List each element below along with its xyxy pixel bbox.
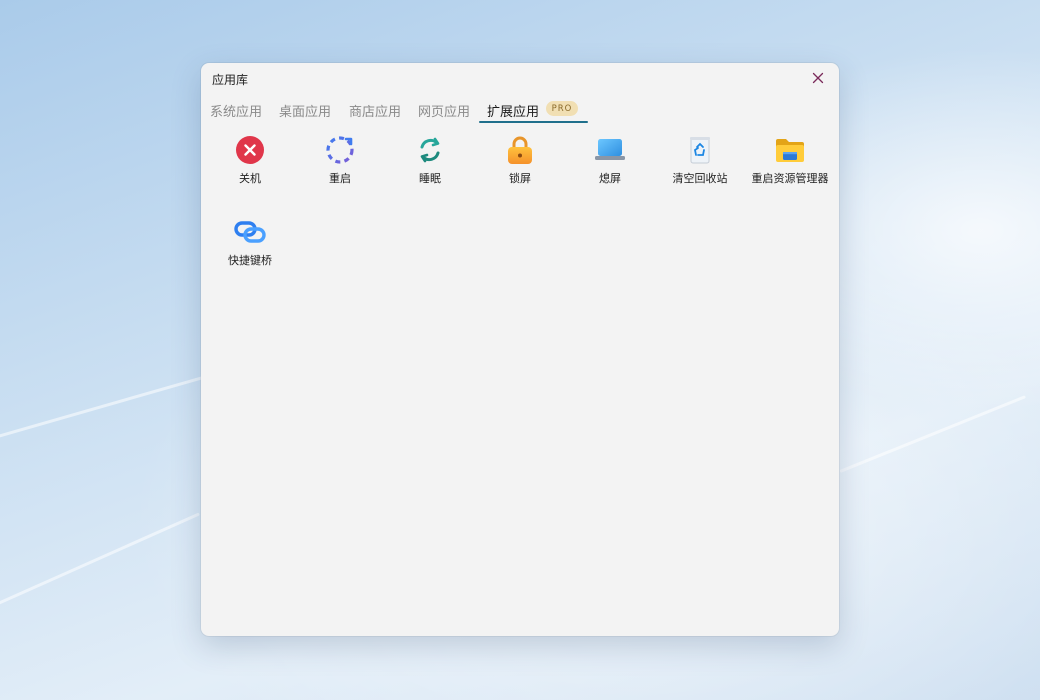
app-sleep[interactable]: 睡眠 xyxy=(387,134,473,185)
tab-web-apps[interactable]: 网页应用 xyxy=(418,101,470,120)
pro-badge: PRO xyxy=(546,101,578,116)
close-icon xyxy=(812,72,824,84)
recycle-bin-icon xyxy=(684,134,716,166)
wallpaper-streak xyxy=(0,512,200,613)
app-restart[interactable]: 重启 xyxy=(297,134,383,185)
tab-bar: 系统应用 桌面应用 商店应用 网页应用 扩展应用 PRO xyxy=(201,95,839,123)
app-label: 重启 xyxy=(329,172,351,185)
active-tab-indicator xyxy=(479,121,588,123)
app-label: 睡眠 xyxy=(419,172,441,185)
app-restart-explorer[interactable]: 重启资源管理器 xyxy=(747,134,833,185)
restart-icon xyxy=(324,134,356,166)
app-library-window: 应用库 系统应用 桌面应用 商店应用 网页应用 扩展应用 PRO 关机 重启 睡… xyxy=(201,63,839,636)
window-title: 应用库 xyxy=(212,73,249,87)
app-shutdown[interactable]: 关机 xyxy=(207,134,293,185)
app-label: 清空回收站 xyxy=(672,172,728,185)
app-empty-recycle-bin[interactable]: 清空回收站 xyxy=(657,134,743,185)
screen-off-icon xyxy=(594,134,626,166)
lock-icon xyxy=(504,134,536,166)
app-hotkey-bridge[interactable]: 快捷键桥 xyxy=(207,216,293,267)
tab-extension-apps[interactable]: 扩展应用 xyxy=(487,101,539,120)
app-label: 重启资源管理器 xyxy=(751,172,829,185)
desktop-wallpaper: 应用库 系统应用 桌面应用 商店应用 网页应用 扩展应用 PRO 关机 重启 睡… xyxy=(0,0,1040,700)
app-label: 锁屏 xyxy=(509,172,531,185)
link-icon xyxy=(234,216,266,248)
tab-store-apps[interactable]: 商店应用 xyxy=(349,101,401,120)
wallpaper-streak xyxy=(0,368,231,443)
wallpaper-streak xyxy=(839,395,1026,473)
app-lock-screen[interactable]: 锁屏 xyxy=(477,134,563,185)
app-screen-off[interactable]: 熄屏 xyxy=(567,134,653,185)
tab-desktop-apps[interactable]: 桌面应用 xyxy=(279,101,331,120)
close-button[interactable] xyxy=(808,68,828,88)
sleep-icon xyxy=(414,134,446,166)
folder-icon xyxy=(774,134,806,166)
shutdown-icon xyxy=(234,134,266,166)
app-label: 关机 xyxy=(239,172,261,185)
tab-system-apps[interactable]: 系统应用 xyxy=(210,101,262,120)
app-label: 熄屏 xyxy=(599,172,621,185)
app-label: 快捷键桥 xyxy=(228,254,272,267)
